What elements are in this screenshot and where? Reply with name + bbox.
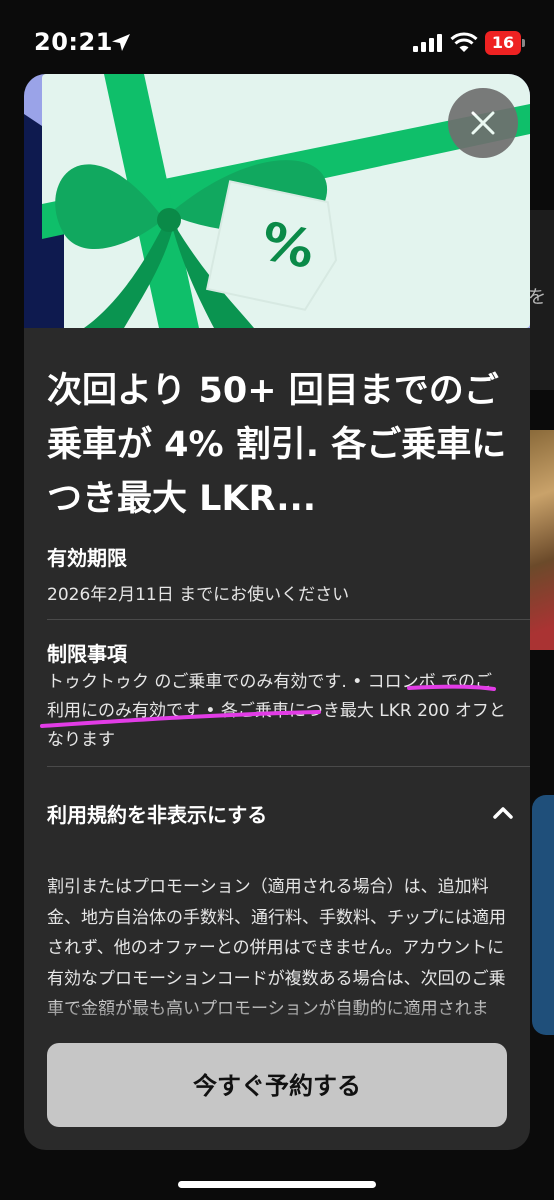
chevron-up-icon [493,807,513,819]
book-now-button[interactable]: 今すぐ予約する [47,1043,507,1127]
wifi-icon [450,32,478,52]
battery-indicator: 16 [485,31,525,55]
validity-title: 有効期限 [47,546,127,570]
background-food-image [530,430,554,650]
terms-toggle[interactable]: 利用規約を非表示にする [47,799,513,829]
close-icon [471,111,495,135]
cellular-signal-icon [413,34,442,52]
restrictions-section: 制限事項 [47,638,507,667]
status-time: 20:21 [34,28,113,56]
location-arrow-icon [112,34,130,51]
highlight-underline [40,684,496,728]
home-indicator[interactable] [178,1181,376,1188]
background-text: を [528,287,546,308]
scroll-fade [24,994,530,1044]
validity-date: 2026年2月11日 までにお使いください [47,585,350,605]
close-button[interactable] [448,88,518,158]
divider [47,619,530,620]
terms-toggle-label: 利用規約を非表示にする [47,803,268,827]
promo-headline: 次回より 50+ 回目までのご乗車が 4% 割引. 各ご乗車につき最大 LKR.… [47,371,507,519]
background-banner [532,795,554,1035]
battery-level: 16 [491,33,515,52]
validity-section: 有効期限 2026年2月11日 までにお使いください [47,542,507,609]
promo-modal: % 次回より 50+ 回目までのご乗車が 4% 割引. 各ご乗車につき最大 LK… [24,74,530,1150]
status-bar: 20:21 16 [0,0,554,80]
restrictions-title: 制限事項 [47,642,127,666]
divider [47,766,530,767]
